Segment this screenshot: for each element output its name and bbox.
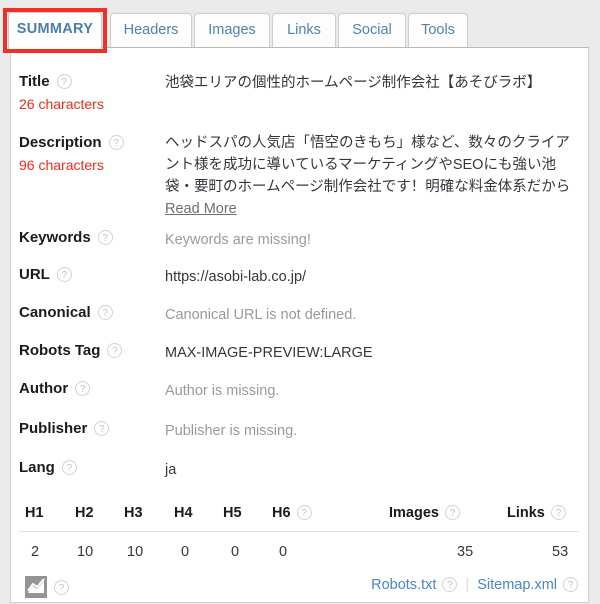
read-more-link[interactable]: Read More: [165, 201, 237, 217]
help-icon-author[interactable]: ?: [75, 380, 91, 396]
tab-social[interactable]: Social: [338, 13, 406, 48]
tab-bar: SUMMARY Headers Images Links Social Tool…: [0, 0, 600, 50]
tab-links-label: Links: [287, 22, 321, 38]
url-value: https://asobi-lab.co.jp/: [165, 269, 307, 285]
url-label: URL?: [19, 266, 72, 283]
help-icon-publisher[interactable]: ?: [94, 420, 110, 436]
cell-images: 35: [457, 544, 474, 560]
keywords-label-text: Keywords: [19, 229, 91, 246]
help-icon-robots-tag[interactable]: ?: [107, 342, 123, 358]
tab-social-label: Social: [352, 22, 392, 38]
column-header-h6-text: H6: [272, 505, 291, 521]
title-label: Title?: [19, 73, 72, 90]
robots-txt-link[interactable]: Robots.txt: [371, 577, 436, 593]
publisher-label-text: Publisher: [19, 420, 88, 437]
author-label: Author?: [19, 380, 91, 397]
url-label-text: URL: [19, 266, 50, 283]
keywords-label: Keywords?: [19, 229, 113, 246]
keywords-value: Keywords are missing!: [165, 232, 311, 248]
help-icon-sitemap-xml[interactable]: ?: [563, 576, 578, 592]
column-header-h4: H4: [174, 505, 193, 521]
tab-headers-label: Headers: [123, 22, 179, 38]
description-label: Description?: [19, 134, 124, 151]
column-header-links: Links?: [507, 504, 566, 521]
author-label-text: Author: [19, 380, 69, 397]
cell-h5: 0: [231, 544, 240, 560]
tab-summary-label: SUMMARY: [16, 21, 94, 37]
description-char-count: 96 characters: [19, 157, 104, 173]
publisher-label: Publisher?: [19, 420, 110, 437]
help-icon-lang[interactable]: ?: [61, 459, 77, 475]
title-value: 池袋エリアの個性的ホームページ制作会社【あそびラボ】: [165, 75, 542, 91]
canonical-label: Canonical?: [19, 304, 113, 321]
help-icon-canonical[interactable]: ?: [97, 304, 113, 320]
tab-images[interactable]: Images: [194, 13, 270, 48]
cell-h6: 0: [279, 544, 288, 560]
column-header-images-text: Images: [389, 505, 439, 521]
column-header-h2: H2: [75, 505, 94, 521]
help-icon-headings[interactable]: ?: [296, 504, 312, 520]
column-header-h1: H1: [25, 505, 44, 521]
lang-value: ja: [165, 462, 177, 478]
summary-panel: Title? 26 characters 池袋エリアの個性的ホームページ制作会社…: [10, 47, 589, 603]
cell-h4: 0: [181, 544, 190, 560]
column-header-h3: H3: [124, 505, 143, 521]
column-header-h6: H6?: [272, 504, 312, 521]
tab-summary[interactable]: SUMMARY: [8, 12, 102, 50]
sitemap-xml-link[interactable]: Sitemap.xml: [477, 577, 557, 593]
help-icon-links[interactable]: ?: [550, 504, 566, 520]
tab-links[interactable]: Links: [272, 13, 336, 48]
robots-tag-label: Robots Tag?: [19, 342, 123, 359]
column-header-h5: H5: [223, 505, 242, 521]
tab-headers[interactable]: Headers: [110, 13, 192, 48]
title-label-text: Title: [19, 73, 50, 90]
tab-tools-label: Tools: [421, 22, 455, 38]
cell-h1: 2: [31, 544, 40, 560]
help-icon-robots-txt[interactable]: ?: [442, 576, 458, 592]
publisher-value: Publisher is missing.: [165, 423, 298, 439]
canonical-value: Canonical URL is not defined.: [165, 307, 357, 323]
cell-h3: 10: [127, 544, 144, 560]
tab-tools[interactable]: Tools: [408, 13, 468, 48]
chart-icon[interactable]: [25, 576, 47, 598]
tab-images-label: Images: [208, 22, 256, 38]
lang-label-text: Lang: [19, 459, 55, 476]
author-value: Author is missing.: [165, 383, 280, 399]
footer-row: ? Robots.txt? | Sitemap.xml?: [11, 571, 588, 604]
canonical-label-text: Canonical: [19, 304, 91, 321]
cell-h2: 10: [77, 544, 94, 560]
robots-tag-label-text: Robots Tag: [19, 342, 101, 359]
robots-tag-value: MAX-IMAGE-PREVIEW:LARGE: [165, 345, 373, 361]
description-label-text: Description: [19, 134, 102, 151]
help-icon-images[interactable]: ?: [444, 504, 460, 520]
footer-links: Robots.txt? | Sitemap.xml?: [371, 576, 578, 593]
table-divider: [19, 531, 579, 532]
column-header-links-text: Links: [507, 505, 545, 521]
cell-links: 53: [552, 544, 569, 560]
description-value: ヘッドスパの人気店「悟空のきもち」様など、数々のクライアント様を成功に導いている…: [165, 132, 575, 220]
footer-separator: |: [465, 577, 470, 593]
column-header-images: Images?: [389, 504, 460, 521]
help-icon-description[interactable]: ?: [108, 134, 124, 150]
description-text: ヘッドスパの人気店「悟空のきもち」様など、数々のクライアント様を成功に導いている…: [165, 135, 571, 195]
help-icon-url[interactable]: ?: [56, 266, 72, 282]
help-icon-title[interactable]: ?: [56, 73, 72, 89]
help-icon-chart[interactable]: ?: [54, 580, 69, 595]
lang-label: Lang?: [19, 459, 77, 476]
title-char-count: 26 characters: [19, 96, 104, 112]
help-icon-keywords[interactable]: ?: [97, 229, 113, 245]
